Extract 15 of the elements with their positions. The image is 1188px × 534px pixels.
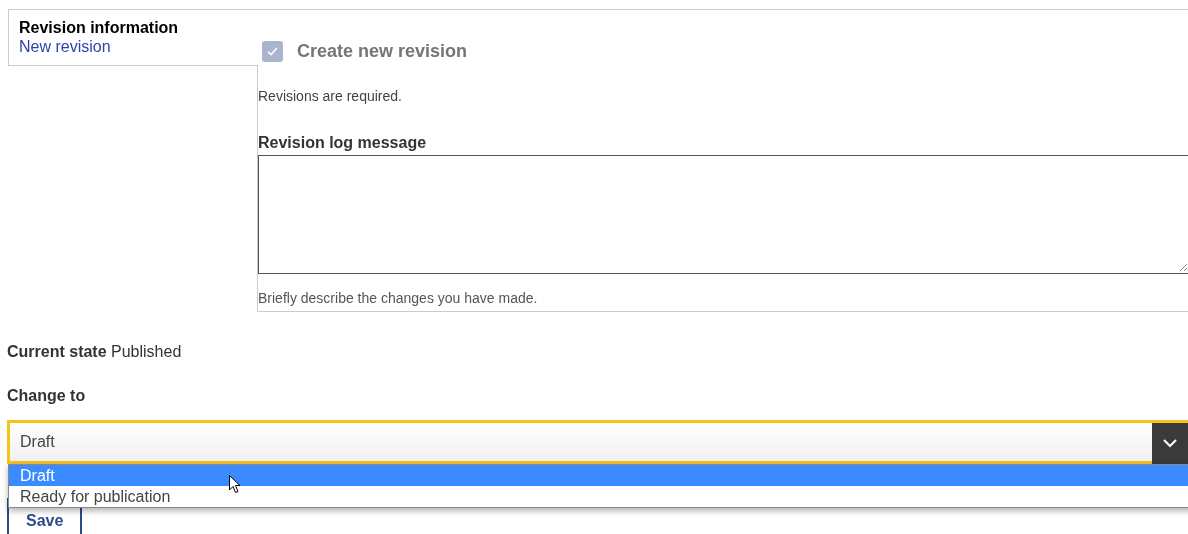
state-select[interactable]: Draft <box>7 420 1188 464</box>
dropdown-option[interactable]: Ready for publication <box>9 486 1188 507</box>
field-label: Current state <box>7 343 107 360</box>
checkbox-label: Create new revision <box>297 40 468 63</box>
resize-handle-icon[interactable] <box>1179 263 1188 272</box>
hint-text: Briefly describe the changes you have made. <box>258 289 539 308</box>
cursor-icon <box>229 475 241 494</box>
field-label: Change to <box>7 386 87 406</box>
state-value: Published <box>111 343 182 360</box>
field-label: Revision log message <box>258 133 428 153</box>
chevron-icon[interactable] <box>1152 423 1188 464</box>
check-icon <box>267 47 278 56</box>
vertical-tab[interactable]: Revision information New revision <box>8 9 258 66</box>
log-message-field[interactable] <box>258 155 1188 274</box>
description-text: Revisions are required. <box>258 87 403 106</box>
